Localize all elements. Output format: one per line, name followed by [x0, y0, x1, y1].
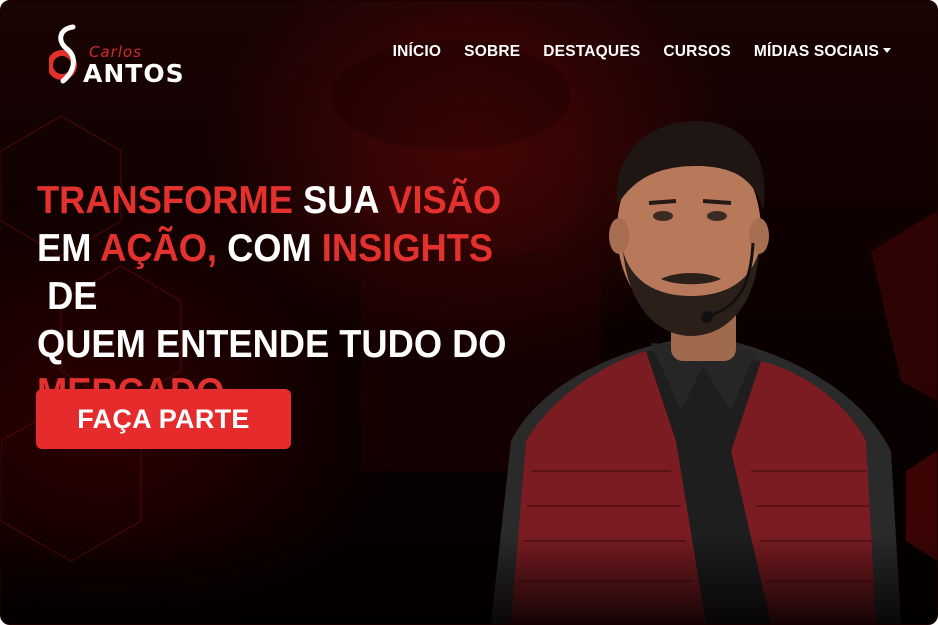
headline-line-3: QUEM ENTENDE TUDO DO — [37, 321, 539, 369]
nav-item-inicio[interactable]: INÍCIO — [393, 43, 442, 61]
hero-section: Carlos ANTOS INÍCIO SOBRE DESTAQUES CURS… — [0, 0, 938, 625]
headline-line-2: EM AÇÃO, COM INSIGHTS DE — [37, 225, 539, 321]
headline-word: QUEM ENTENDE TUDO DO — [37, 323, 507, 366]
headline-word: EM — [37, 227, 101, 270]
logo-s-mark-icon — [49, 24, 77, 84]
logo-bottom-text: ANTOS — [83, 59, 185, 88]
headline-word: AÇÃO, — [100, 227, 218, 270]
bottom-fade — [1, 534, 937, 624]
nav-item-midias-sociais-label: MÍDIAS SOCIAIS — [753, 43, 879, 60]
headline-word: DE — [37, 275, 98, 318]
headline-word: SUA — [292, 179, 389, 222]
main-nav: INÍCIO SOBRE DESTAQUES CURSOS MÍDIAS SOC… — [393, 43, 891, 61]
nav-item-cursos[interactable]: CURSOS — [663, 43, 731, 61]
chevron-down-icon — [883, 48, 891, 53]
nav-item-sobre[interactable]: SOBRE — [464, 43, 520, 61]
headline-word: TRANSFORME — [37, 179, 293, 222]
headline-word: INSIGHTS — [321, 227, 494, 270]
headline-word: COM — [217, 227, 322, 270]
nav-item-destaques[interactable]: DESTAQUES — [543, 43, 640, 61]
join-button[interactable]: FAÇA PARTE — [36, 389, 291, 449]
brand-logo[interactable]: Carlos ANTOS — [35, 23, 215, 88]
nav-item-midias-sociais[interactable]: MÍDIAS SOCIAIS — [754, 43, 891, 61]
hero-headline: TRANSFORME SUA VISÃO EM AÇÃO, COM INSIGH… — [37, 177, 539, 417]
headline-line-1: TRANSFORME SUA VISÃO — [37, 177, 539, 225]
